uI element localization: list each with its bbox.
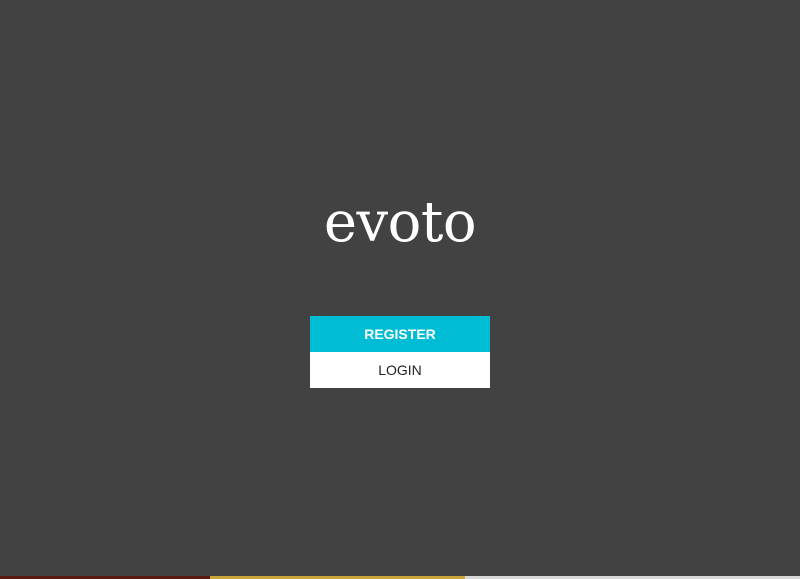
auth-button-group: REGISTER LOGIN <box>310 316 490 388</box>
app-logo-title: evoto <box>323 190 477 255</box>
landing-screen: evoto REGISTER LOGIN <box>0 0 800 579</box>
login-button[interactable]: LOGIN <box>310 352 490 388</box>
register-button[interactable]: REGISTER <box>310 316 490 352</box>
